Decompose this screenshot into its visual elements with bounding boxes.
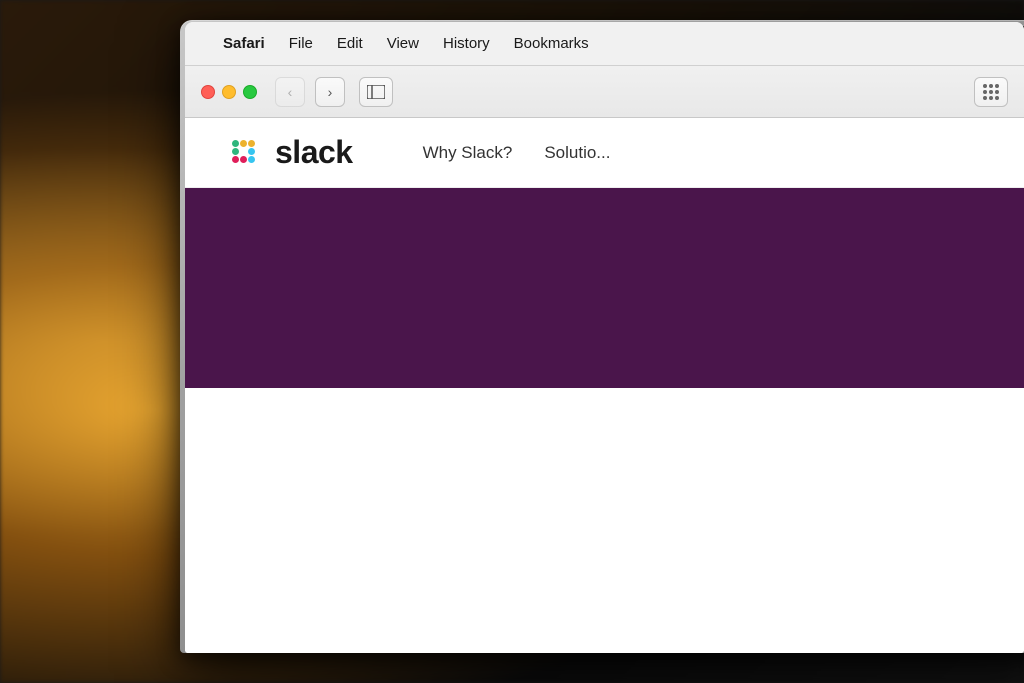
menu-safari[interactable]: Safari	[213, 31, 275, 56]
maximize-button[interactable]	[243, 85, 257, 99]
minimize-button[interactable]	[222, 85, 236, 99]
slack-nav-solutions[interactable]: Solutio...	[544, 143, 610, 163]
forward-icon: ›	[328, 84, 333, 100]
macos-screen: Safari File Edit View History Bookmarks …	[185, 22, 1024, 653]
slack-navbar: slack Why Slack? Solutio...	[185, 118, 1024, 188]
back-icon: ‹	[288, 84, 293, 100]
slack-nav-why[interactable]: Why Slack?	[423, 143, 513, 163]
close-button[interactable]	[201, 85, 215, 99]
menu-bookmarks[interactable]: Bookmarks	[504, 31, 599, 56]
sidebar-toggle-button[interactable]	[359, 77, 393, 107]
slack-wordmark: slack	[275, 134, 353, 171]
menu-file[interactable]: File	[279, 31, 323, 56]
menu-history[interactable]: History	[433, 31, 500, 56]
menu-bar: Safari File Edit View History Bookmarks	[185, 22, 1024, 66]
grid-icon	[983, 84, 999, 100]
slack-logo-icon	[225, 133, 265, 173]
browser-content: slack Why Slack? Solutio...	[185, 118, 1024, 653]
browser-toolbar: ‹ ›	[185, 66, 1024, 118]
sidebar-icon	[367, 85, 385, 99]
forward-button[interactable]: ›	[315, 77, 345, 107]
traffic-lights	[201, 85, 257, 99]
slack-nav-links: Why Slack? Solutio...	[423, 143, 611, 163]
tab-grid-button[interactable]	[974, 77, 1008, 107]
scene: Safari File Edit View History Bookmarks …	[0, 0, 1024, 683]
slack-hero-banner	[185, 188, 1024, 388]
menu-edit[interactable]: Edit	[327, 31, 373, 56]
back-button[interactable]: ‹	[275, 77, 305, 107]
menu-view[interactable]: View	[377, 31, 429, 56]
slack-logo: slack	[225, 133, 353, 173]
